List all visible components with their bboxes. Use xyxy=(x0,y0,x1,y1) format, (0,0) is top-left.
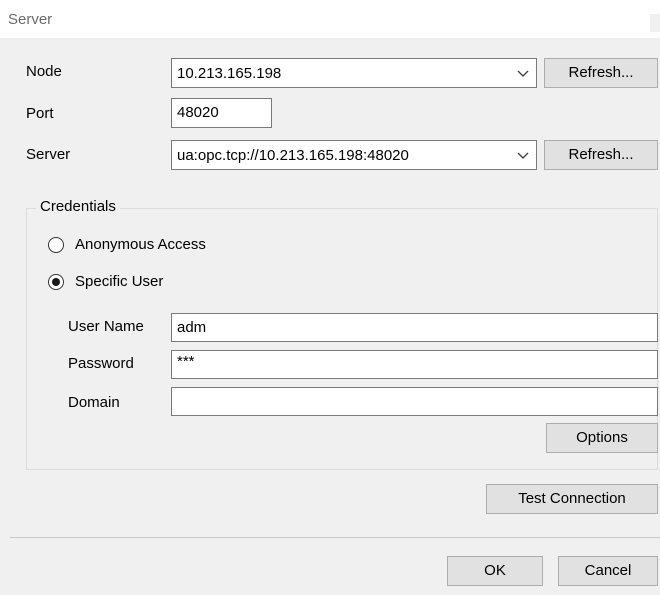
ok-button[interactable]: OK xyxy=(447,556,543,586)
server-label: Server xyxy=(26,146,71,163)
port-input[interactable]: 48020 xyxy=(171,98,272,128)
window-title: Server xyxy=(8,11,53,28)
credentials-legend: Credentials xyxy=(36,198,120,215)
node-label: Node xyxy=(26,63,62,80)
server-value: ua:opc.tcp://10.213.165.198:48020 xyxy=(177,147,409,164)
domain-input[interactable] xyxy=(171,387,658,416)
title-bar: Server xyxy=(0,0,660,38)
username-label: User Name xyxy=(68,318,144,335)
port-label: Port xyxy=(26,105,54,122)
specific-user-radio[interactable] xyxy=(48,274,64,290)
test-connection-button[interactable]: Test Connection xyxy=(486,484,658,514)
password-input[interactable]: *** xyxy=(171,350,658,379)
password-value: *** xyxy=(177,353,195,370)
anonymous-access-radio[interactable] xyxy=(48,237,64,253)
node-combobox[interactable]: 10.213.165.198 xyxy=(171,58,537,88)
chevron-down-icon[interactable] xyxy=(516,148,530,162)
username-value: adm xyxy=(177,319,207,336)
specific-user-label[interactable]: Specific User xyxy=(75,273,163,290)
cancel-button[interactable]: Cancel xyxy=(558,556,658,586)
anonymous-access-label[interactable]: Anonymous Access xyxy=(75,236,206,253)
password-label: Password xyxy=(68,355,134,372)
node-refresh-button[interactable]: Refresh... xyxy=(544,58,658,88)
username-input[interactable]: adm xyxy=(171,313,658,342)
domain-label: Domain xyxy=(68,394,120,411)
node-value: 10.213.165.198 xyxy=(177,65,282,82)
close-button[interactable] xyxy=(650,14,660,32)
footer-separator xyxy=(10,537,660,538)
server-combobox[interactable]: ua:opc.tcp://10.213.165.198:48020 xyxy=(171,140,537,170)
options-button[interactable]: Options xyxy=(546,423,658,453)
server-refresh-button[interactable]: Refresh... xyxy=(544,140,658,170)
chevron-down-icon[interactable] xyxy=(516,66,530,80)
port-value: 48020 xyxy=(177,104,219,121)
